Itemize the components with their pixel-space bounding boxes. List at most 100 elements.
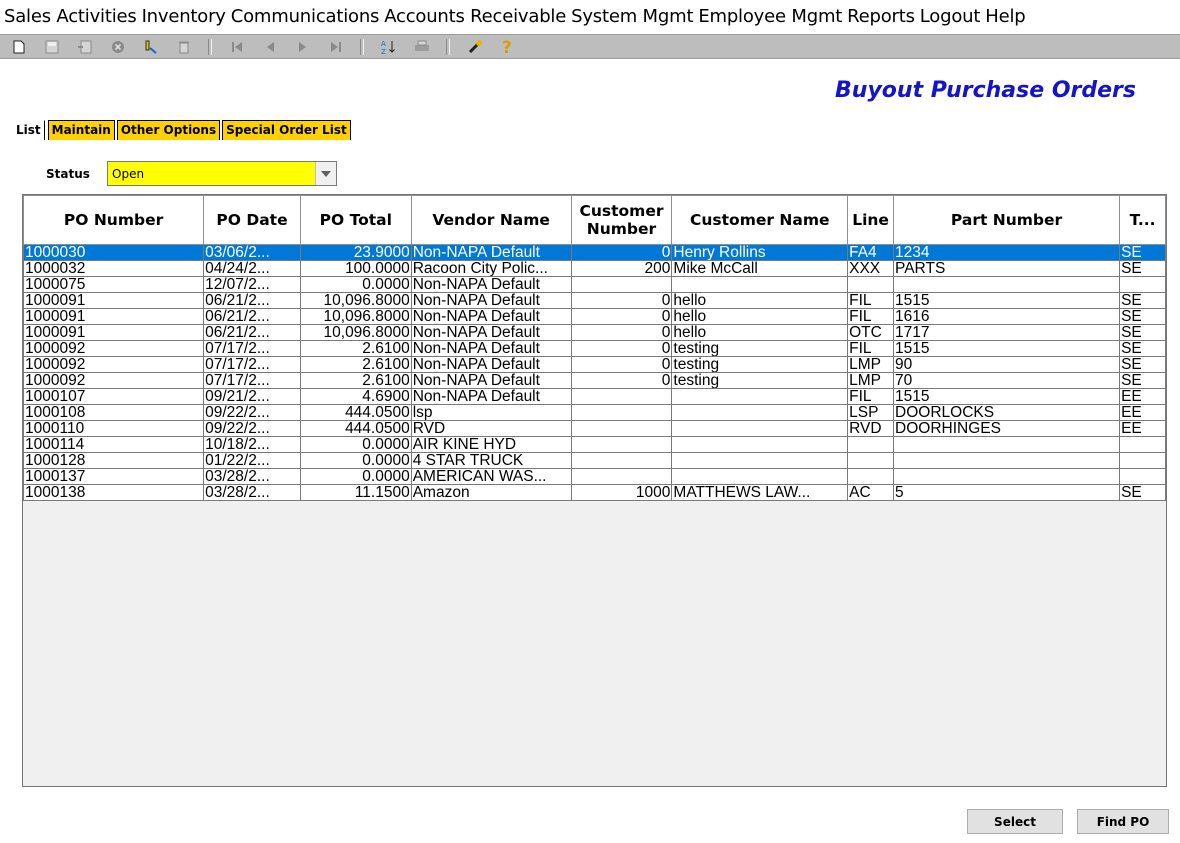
cell-customer-name — [671, 388, 849, 405]
column-header-po-total[interactable]: PO Total — [299, 195, 412, 245]
cell-type: SE — [1119, 324, 1166, 341]
table-row[interactable]: 1000108 09/22/2... 444.0500 lsp LSP DOORLOCKS… — [23, 404, 1166, 421]
tab-maintain[interactable]: Maintain — [47, 120, 115, 140]
cell-line: LMP — [847, 356, 895, 373]
table-row[interactable]: 1000075 12/07/2... 0.0000 Non-NAPA Default — [23, 276, 1166, 293]
status-dropdown[interactable]: Open — [107, 161, 337, 186]
column-header-part-number[interactable]: Part Number — [893, 195, 1121, 245]
cell-customer-number — [570, 468, 673, 485]
cell-type: SE — [1119, 484, 1166, 501]
cell-vendor-name: Racoon City Polic... — [410, 260, 572, 277]
last-icon[interactable] — [325, 37, 347, 57]
copy-icon[interactable] — [74, 37, 96, 57]
table-row[interactable]: 1000138 03/28/2... 11.1500 Amazon 1000 MATTHE… — [23, 484, 1166, 501]
table-row[interactable]: 1000092 07/17/2... 2.6100 Non-NAPA Default 0… — [23, 356, 1166, 373]
cell-po-total: 10,096.8000 — [299, 308, 412, 325]
table-row[interactable]: 1000137 03/28/2... 0.0000 AMERICAN WAS... — [23, 468, 1166, 485]
table-row[interactable]: 1000114 10/18/2... 0.0000 AIR KINE HYD — [23, 436, 1166, 453]
cell-vendor-name: Non-NAPA Default — [410, 244, 572, 261]
cell-po-total: 0.0000 — [299, 276, 412, 293]
menu-communications[interactable]: Communications — [231, 6, 380, 27]
tab-other-options[interactable]: Other Options — [116, 120, 221, 140]
dropdown-arrow-icon[interactable] — [315, 162, 336, 185]
cell-part-number: 1234 — [893, 244, 1121, 261]
cell-type: SE — [1119, 308, 1166, 325]
cell-customer-number: 200 — [570, 260, 673, 277]
cell-line — [847, 468, 895, 485]
cell-part-number — [893, 436, 1121, 453]
tab-list[interactable]: List — [12, 120, 45, 140]
cell-customer-number: 0 — [570, 324, 673, 341]
cell-customer-number — [570, 404, 673, 421]
next-icon[interactable] — [292, 37, 314, 57]
table-row[interactable]: 1000092 07/17/2... 2.6100 Non-NAPA Default 0… — [23, 340, 1166, 357]
first-icon[interactable] — [226, 37, 248, 57]
cell-part-number: 1515 — [893, 388, 1121, 405]
column-header-type[interactable]: T... — [1119, 195, 1166, 245]
toolbar: AZ ? — [0, 34, 1180, 59]
cell-type — [1119, 436, 1166, 453]
table-row[interactable]: 1000110 09/22/2... 444.0500 RVD RVD DOORHINGE… — [23, 420, 1166, 437]
print-icon[interactable] — [411, 37, 433, 57]
table-row[interactable]: 1000032 04/24/2... 100.0000 Racoon City Pol… — [23, 260, 1166, 277]
menu-help[interactable]: Help — [985, 6, 1025, 27]
cell-part-number — [893, 468, 1121, 485]
menu-reports[interactable]: Reports — [847, 6, 915, 27]
sort-icon[interactable]: AZ — [378, 37, 400, 57]
cell-customer-name: testing — [671, 356, 849, 373]
menu-inventory[interactable]: Inventory — [142, 6, 226, 27]
cell-part-number: PARTS — [893, 260, 1121, 277]
cell-po-total: 2.6100 — [299, 372, 412, 389]
table-row[interactable]: 1000128 01/22/2... 0.0000 4 STAR TRUCK — [23, 452, 1166, 469]
cell-part-number: DOORHINGES — [893, 420, 1121, 437]
save-icon[interactable] — [41, 37, 63, 57]
delete-icon[interactable] — [173, 37, 195, 57]
menu-system-mgmt[interactable]: System Mgmt — [571, 6, 693, 27]
table-row[interactable]: 1000091 06/21/2... 10,096.8000 Non-NAPA Def… — [23, 308, 1166, 325]
table-row[interactable]: 1000107 09/21/2... 4.6900 Non-NAPA Default F… — [23, 388, 1166, 405]
grid-body: 1000030 03/06/2... 23.9000 Non-NAPA Default… — [23, 244, 1166, 501]
menu-accounts-receivable[interactable]: Accounts Receivable — [384, 6, 566, 27]
help-icon[interactable]: ? — [497, 37, 519, 57]
table-row[interactable]: 1000092 07/17/2... 2.6100 Non-NAPA Default 0… — [23, 372, 1166, 389]
find-po-button[interactable]: Find PO — [1077, 809, 1169, 834]
cell-vendor-name: Non-NAPA Default — [410, 388, 572, 405]
table-row[interactable]: 1000091 06/21/2... 10,096.8000 Non-NAPA Def… — [23, 324, 1166, 341]
cancel-icon[interactable] — [107, 37, 129, 57]
menu-logout[interactable]: Logout — [920, 6, 981, 27]
cell-customer-number: 0 — [570, 244, 673, 261]
new-icon[interactable] — [8, 37, 30, 57]
cell-po-date: 10/18/2... — [203, 436, 301, 453]
cell-po-total: 10,096.8000 — [299, 324, 412, 341]
menu-employee-mgmt[interactable]: Employee Mgmt — [698, 6, 842, 27]
table-row[interactable]: 1000091 06/21/2... 10,096.8000 Non-NAPA Def… — [23, 292, 1166, 309]
cell-line — [847, 276, 895, 293]
previous-icon[interactable] — [259, 37, 281, 57]
cell-vendor-name: lsp — [410, 404, 572, 421]
cell-type — [1119, 468, 1166, 485]
cell-type: SE — [1119, 372, 1166, 389]
table-row[interactable]: 1000030 03/06/2... 23.9000 Non-NAPA Default… — [23, 244, 1166, 261]
column-header-line[interactable]: Line — [847, 195, 895, 245]
po-grid[interactable]: PO Number PO Date PO Total Vendor Name C… — [22, 194, 1167, 787]
cell-customer-number: 0 — [570, 356, 673, 373]
column-header-customer-number[interactable]: Customer Number — [570, 195, 673, 245]
cell-customer-name — [671, 404, 849, 421]
cell-customer-number — [570, 436, 673, 453]
select-button[interactable]: Select — [967, 809, 1063, 834]
edit-icon[interactable] — [140, 37, 162, 57]
column-header-vendor-name[interactable]: Vendor Name — [410, 195, 572, 245]
tools-icon[interactable] — [464, 37, 486, 57]
column-header-po-date[interactable]: PO Date — [203, 195, 301, 245]
tab-special-order-list[interactable]: Special Order List — [222, 120, 351, 140]
column-header-customer-name[interactable]: Customer Name — [671, 195, 849, 245]
cell-vendor-name: Non-NAPA Default — [410, 372, 572, 389]
menu-sales-activities[interactable]: Sales Activities — [4, 6, 137, 27]
column-header-po-number[interactable]: PO Number — [23, 195, 205, 245]
cell-customer-name: hello — [671, 324, 849, 341]
cell-vendor-name: Non-NAPA Default — [410, 308, 572, 325]
cell-customer-name: Mike McCall — [671, 260, 849, 277]
cell-line: LMP — [847, 372, 895, 389]
cell-line: LSP — [847, 404, 895, 421]
cell-po-total: 0.0000 — [299, 452, 412, 469]
